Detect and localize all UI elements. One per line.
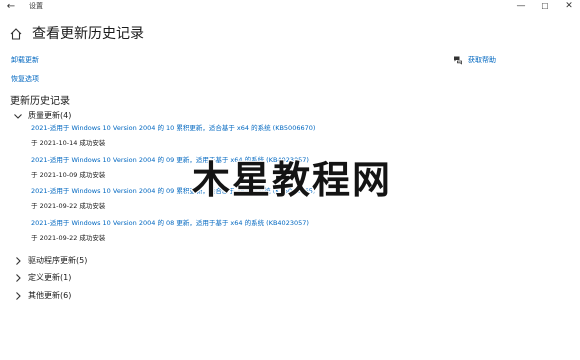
chevron-right-icon [16,274,21,282]
page-title: 查看更新历史记录 [32,26,144,42]
minimize-button[interactable]: — [509,0,533,14]
update-status: 于 2021-10-09 成功安装 [31,171,106,179]
back-button[interactable]: ← [4,0,18,14]
close-button[interactable]: ✕ [557,0,580,14]
chevron-down-icon [14,114,22,119]
definition-updates-label: 定义更新(1) [28,273,72,282]
maximize-button[interactable]: ☐ [533,0,557,14]
title-bar: ← 设置 — ☐ ✕ [0,0,580,14]
update-title-link[interactable]: 2021-适用于 Windows 10 Version 2004 的 10 累积… [31,124,315,133]
other-updates-label: 其他更新(6) [28,291,72,300]
update-history-heading: 更新历史记录 [10,96,70,107]
watermark-logo: 木星教程网 [191,157,392,200]
chevron-right-icon [16,292,21,300]
window-title: 设置 [29,2,43,10]
home-icon[interactable] [10,27,22,41]
get-help-label[interactable]: 获取帮助 [468,55,496,65]
update-status: 于 2021-10-14 成功安装 [31,139,106,147]
uninstall-updates-link[interactable]: 卸载更新 [11,55,39,65]
update-status: 于 2021-09-22 成功安装 [31,202,106,210]
update-title-link[interactable]: 2021-适用于 Windows 10 Version 2004 的 08 更新… [31,219,309,228]
update-status: 于 2021-09-22 成功安装 [31,234,106,242]
svg-text:木星教程网: 木星教程网 [192,158,392,200]
driver-updates-label: 驱动程序更新(5) [28,256,88,265]
help-chat-icon [454,56,462,65]
recovery-options-link[interactable]: 恢复选项 [11,74,39,84]
chevron-right-icon [16,257,21,265]
quality-updates-label: 质量更新(4) [28,111,72,120]
